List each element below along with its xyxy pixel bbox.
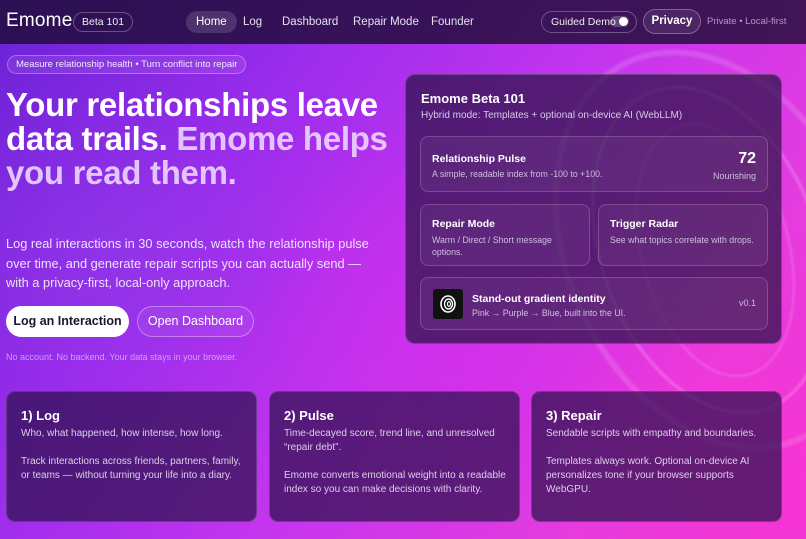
feature-title: 3) Repair bbox=[546, 408, 602, 423]
guided-demo-toggle[interactable]: Guided Demo bbox=[541, 11, 637, 33]
privacy-note: Private • Local-first bbox=[707, 16, 787, 27]
gradient-identity-card: Stand-out gradient identity Pink → Purpl… bbox=[420, 277, 768, 330]
hero-title: Your relationships leave data trails. Em… bbox=[6, 88, 406, 190]
relationship-pulse-card: Relationship Pulse A simple, readable in… bbox=[420, 136, 768, 192]
trigger-radar-card: Trigger Radar See what topics correlate … bbox=[598, 204, 768, 266]
feature-detail: Emome converts emotional weight into a r… bbox=[284, 470, 506, 495]
nav-link-log[interactable]: Log bbox=[233, 11, 272, 33]
nav-link-repair-mode[interactable]: Repair Mode bbox=[343, 11, 429, 33]
pulse-value: 72 bbox=[738, 150, 756, 167]
panel-subtitle: Hybrid mode: Templates + optional on-dev… bbox=[421, 110, 683, 121]
spiral-logo-icon bbox=[433, 289, 463, 319]
feature-detail: Track interactions across friends, partn… bbox=[21, 456, 241, 481]
brand-logo[interactable]: Emome bbox=[6, 10, 72, 32]
nav-link-dashboard[interactable]: Dashboard bbox=[272, 11, 348, 33]
repair-mode-description: Warm / Direct / Short message options. bbox=[432, 235, 552, 257]
feature-card-repair: 3) Repair Sendable scripts with empathy … bbox=[531, 391, 782, 522]
identity-description: Pink → Purple → Blue, built into the UI. bbox=[472, 308, 626, 318]
tagline-pill: Measure relationship health • Turn confl… bbox=[7, 55, 247, 74]
privacy-button[interactable]: Privacy bbox=[643, 9, 701, 34]
log-interaction-button[interactable]: Log an Interaction bbox=[6, 306, 129, 337]
feature-title: 1) Log bbox=[21, 408, 60, 423]
repair-mode-card: Repair Mode Warm / Direct / Short messag… bbox=[420, 204, 590, 266]
panel-title: Emome Beta 101 bbox=[421, 91, 526, 106]
feature-card-log: 1) Log Who, what happened, how intense, … bbox=[6, 391, 257, 522]
feature-title: 2) Pulse bbox=[284, 408, 334, 423]
toggle-switch[interactable] bbox=[610, 16, 629, 27]
nav-link-founder[interactable]: Founder bbox=[421, 11, 484, 33]
guided-demo-label: Guided Demo bbox=[551, 16, 616, 28]
feature-description: Who, what happened, how intense, how lon… bbox=[21, 428, 223, 439]
trigger-radar-title: Trigger Radar bbox=[610, 218, 679, 230]
nav-link-home[interactable]: Home bbox=[186, 11, 237, 33]
top-nav: Emome Beta 101 Home Log Dashboard Repair… bbox=[0, 0, 806, 44]
repair-mode-title: Repair Mode bbox=[432, 218, 496, 230]
identity-title: Stand-out gradient identity bbox=[472, 293, 606, 305]
feature-card-pulse: 2) Pulse Time-decayed score, trend line,… bbox=[269, 391, 520, 522]
pulse-state: Nourishing bbox=[712, 171, 756, 181]
trigger-radar-description: See what topics correlate with drops. bbox=[610, 235, 754, 245]
privacy-fineprint: No account. No backend. Your data stays … bbox=[6, 352, 238, 362]
pulse-description: A simple, readable index from -100 to +1… bbox=[432, 169, 603, 179]
pulse-title: Relationship Pulse bbox=[432, 153, 526, 165]
feature-detail: Templates always work. Optional on-devic… bbox=[546, 456, 750, 495]
beta-badge: Beta 101 bbox=[73, 12, 134, 32]
feature-description: Sendable scripts with empathy and bounda… bbox=[546, 428, 757, 439]
beta-preview-panel: Emome Beta 101 Hybrid mode: Templates + … bbox=[405, 74, 782, 344]
feature-description: Time-decayed score, trend line, and unre… bbox=[284, 428, 495, 453]
open-dashboard-button[interactable]: Open Dashboard bbox=[137, 306, 254, 337]
hero-subtitle: Log real interactions in 30 seconds, wat… bbox=[6, 236, 369, 290]
version-label: v0.1 bbox=[738, 298, 756, 308]
